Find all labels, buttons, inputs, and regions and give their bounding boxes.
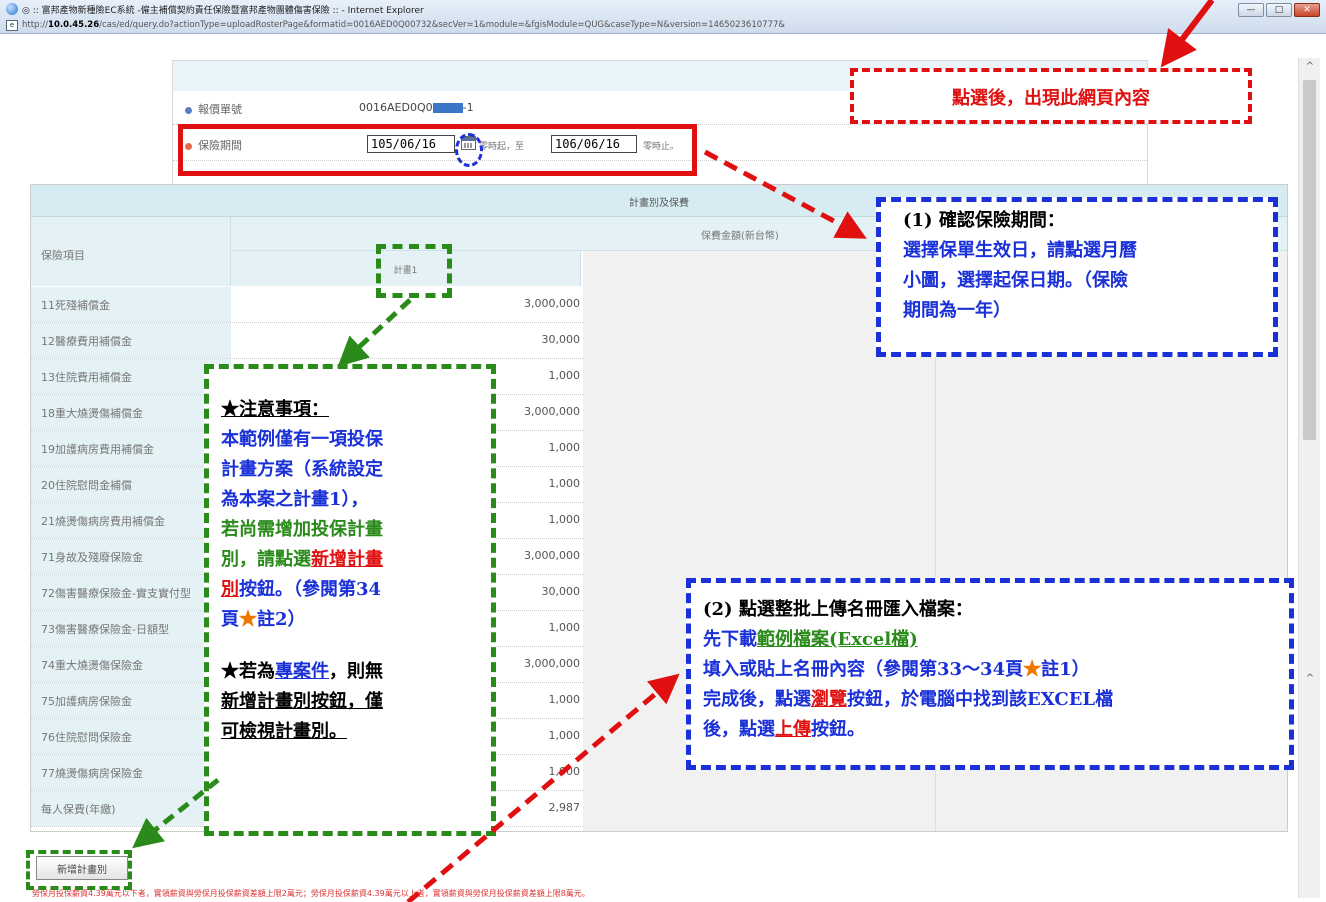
top-callout: 點選後，出現此網頁內容 — [850, 68, 1252, 124]
period-callout: (1) 確認保險期間： 選擇保單生效日，請點選月曆 小圖，選擇起保日期。（保險 … — [876, 197, 1278, 357]
minimize-button[interactable]: — — [1238, 3, 1264, 17]
address-path: /cas/ed/query.do?actionType=uploadRoster… — [99, 20, 786, 30]
table-row: 11死殘補償金 3,000,000 — [31, 287, 583, 323]
upload-callout: (2) 點選整批上傳名冊匯入檔案： 先下載範例檔案(Excel檔) 填入或貼上名… — [686, 578, 1294, 770]
table-row: 12醫療費用補償金 30,000 — [31, 323, 583, 359]
page-icon: e — [6, 20, 18, 31]
quote-label: 報價單號 — [185, 101, 242, 117]
calendar-highlight-ellipse — [455, 133, 483, 167]
close-button[interactable]: ✕ — [1294, 3, 1320, 17]
window-title: ◎ :: 富邦產物新種險EC系統 -僱主補償契約責任保險暨富邦產物團體傷害保險 … — [22, 6, 424, 16]
quote-number: 0016AED0Q0 -1 — [359, 101, 474, 114]
scroll-up-icon[interactable]: ^ — [1299, 58, 1321, 76]
address-host: 10.0.45.26 — [48, 20, 100, 30]
maximize-button[interactable]: □ — [1266, 3, 1292, 17]
bullet-icon — [185, 106, 192, 114]
ie-icon — [6, 3, 18, 15]
window-titlebar: ◎ :: 富邦產物新種險EC系統 -僱主補償契約責任保險暨富邦產物團體傷害保險 … — [0, 0, 1326, 34]
scroll-caret-icon[interactable]: ^ — [1299, 670, 1321, 688]
redaction — [432, 103, 463, 113]
item-column-header: 保險項目 — [31, 217, 231, 286]
scroll-thumb[interactable] — [1303, 80, 1316, 440]
address-bar[interactable]: http://10.0.45.26/cas/ed/query.do?action… — [22, 20, 785, 30]
period-highlight-box — [178, 124, 697, 176]
address-prefix: http:// — [22, 20, 49, 30]
window-controls: — □ ✕ — [1238, 3, 1320, 17]
add-plan-highlight-box — [26, 850, 132, 890]
plan1-highlight-box — [376, 244, 452, 298]
notice-callout: ★注意事項： 本範例僅有一項投保 計畫方案（系統設定 為本案之計畫1）， 若尚需… — [204, 364, 496, 836]
vertical-scrollbar[interactable]: ^ ^ — [1298, 58, 1320, 898]
